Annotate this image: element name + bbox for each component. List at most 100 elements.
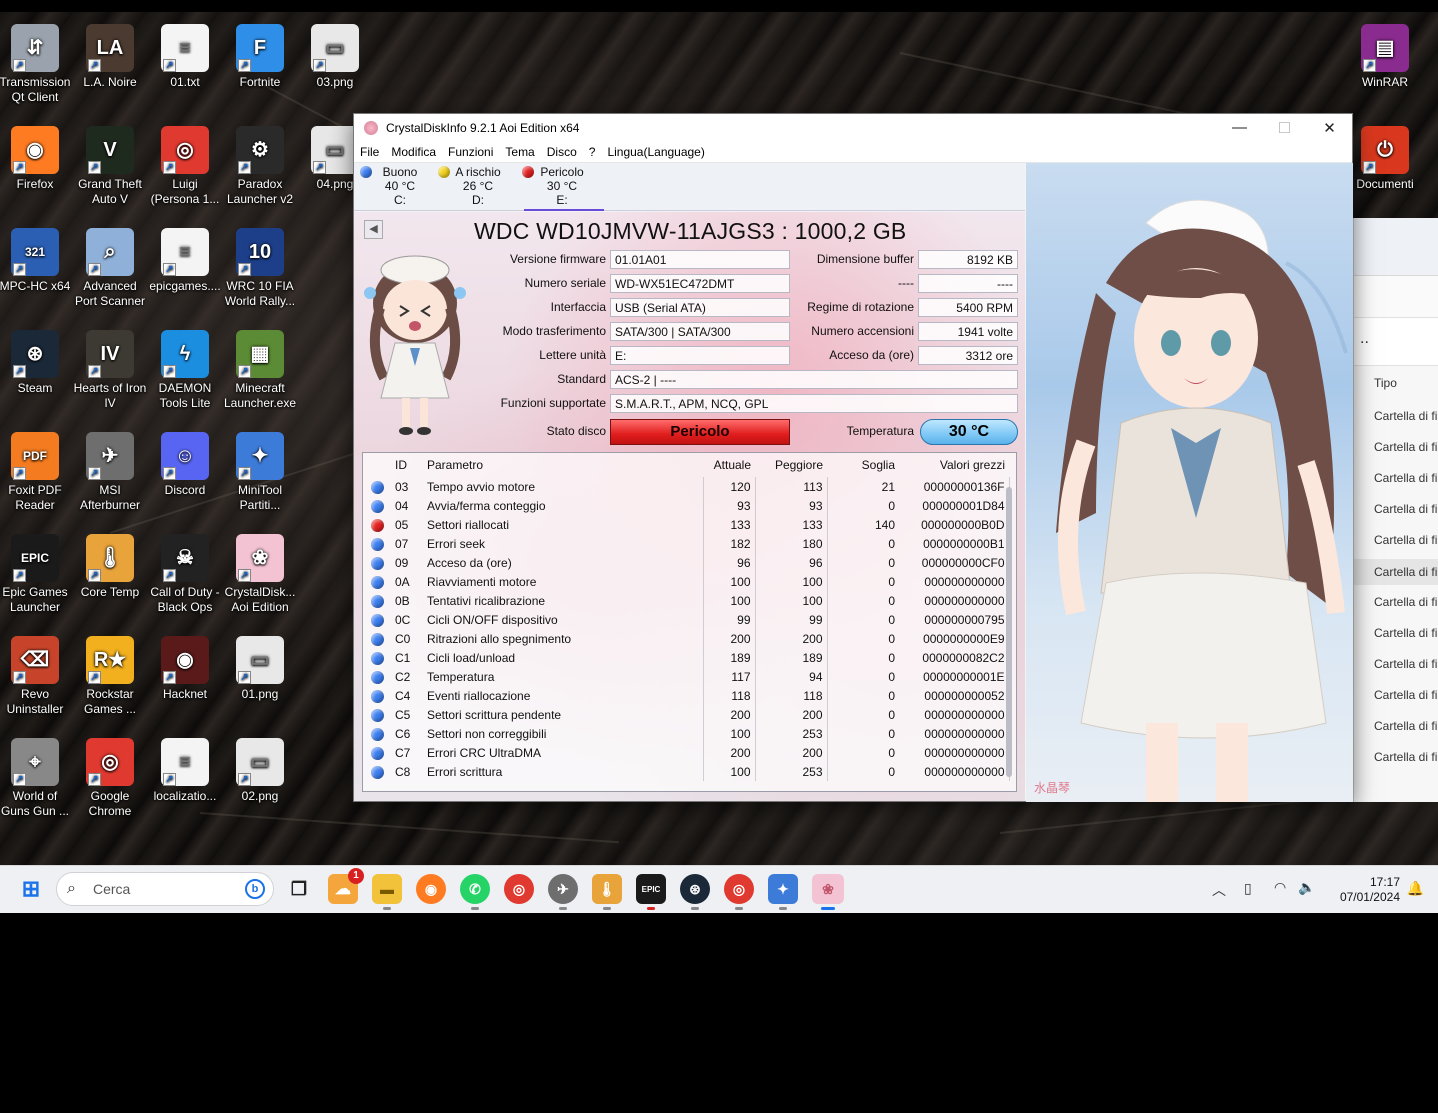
smart-attributes-list[interactable]: ID Parametro Attuale Peggiore Soglia Val… (362, 452, 1017, 792)
smart-list-scrollbar[interactable] (1006, 487, 1012, 777)
desktop-icon[interactable]: ⏻ ↗ Documenti (1347, 120, 1423, 192)
desktop-icon[interactable]: ◎ ↗ Luigi (Persona 1... (147, 120, 223, 207)
smart-attribute-row[interactable]: C4 Eventi riallocazione 118 118 0 00000000005… (363, 686, 1010, 705)
desktop-icon[interactable]: ✦ ↗ MiniTool Partiti... (222, 426, 298, 513)
desktop-icon[interactable]: ⌖ ↗ World of Guns Gun ... (0, 732, 73, 819)
close-button[interactable]: ✕ (1307, 114, 1352, 141)
explorer-item-type[interactable]: Cartella di fi (1374, 657, 1437, 671)
usb-device-icon[interactable]: ▯ (1244, 880, 1252, 897)
desktop-icon[interactable]: IV ↗ Hearts of Iron IV (72, 324, 148, 411)
desktop-icon[interactable]: ◉ ↗ Firefox (0, 120, 73, 192)
smart-attribute-row[interactable]: 0A Riavviamenti motore 100 100 0 000000000000 (363, 572, 1010, 591)
explorer-item-type[interactable]: Cartella di fi (1374, 471, 1437, 485)
drive-tab[interactable]: A rischio 26 °C D: (436, 165, 520, 207)
menu-item[interactable]: File (354, 145, 385, 159)
menu-item[interactable]: Lingua(Language) (601, 145, 710, 159)
bing-icon[interactable]: b (245, 879, 265, 899)
desktop-icon[interactable]: ⌕ ↗ Advanced Port Scanner (72, 222, 148, 309)
smart-header-current[interactable]: Attuale (703, 453, 755, 477)
chrome-taskbar-icon[interactable]: ◎ (504, 874, 534, 904)
explorer-item-type[interactable]: Cartella di fi (1374, 502, 1437, 516)
smart-header-parameter[interactable]: Parametro (423, 453, 703, 477)
menu-item[interactable]: Funzioni (442, 145, 499, 159)
smart-attribute-row[interactable]: 07 Errori seek 182 180 0 0000000000B1 (363, 534, 1010, 553)
explorer-item-type[interactable]: Cartella di fi (1374, 688, 1437, 702)
firefox-taskbar-icon[interactable]: ◉ (416, 874, 446, 904)
explorer-window-background[interactable]: .. Tipo Cartella di fi Cartella di fi Cart… (1353, 218, 1438, 802)
clock[interactable]: 17:17 07/01/2024 (1340, 875, 1400, 905)
smart-header-status[interactable] (363, 453, 391, 477)
start-button[interactable]: ⊞ (16, 874, 46, 904)
explorer-item-type[interactable]: Cartella di fi (1374, 719, 1437, 733)
explorer-item-type[interactable]: Cartella di fi (1374, 409, 1437, 423)
epic-games-taskbar-icon[interactable]: EPIC (636, 874, 666, 910)
smart-header-id[interactable]: ID (391, 453, 423, 477)
desktop-icon[interactable]: ▤ ↗ WinRAR (1347, 18, 1423, 90)
menu-item[interactable]: Modifica (385, 145, 442, 159)
file-explorer-icon[interactable]: ▬ (372, 874, 402, 910)
task-view-icon[interactable]: ❐ (284, 874, 314, 904)
desktop-icon[interactable]: 🌡 ↗ Core Temp (72, 528, 148, 600)
column-header-tipo[interactable]: Tipo (1374, 376, 1397, 390)
smart-attribute-row[interactable]: 09 Acceso da (ore) 96 96 0 000000000CF0 (363, 553, 1010, 572)
minitool-taskbar-icon[interactable]: ✦ (768, 874, 798, 910)
desktop-icon[interactable]: ✈ ↗ MSI Afterburner (72, 426, 148, 513)
desktop-icon[interactable]: ▦ ↗ Minecraft Launcher.exe (222, 324, 298, 411)
explorer-item-type[interactable]: Cartella di fi (1374, 626, 1437, 640)
smart-attribute-row[interactable]: C5 Settori scrittura pendente 200 200 0 00000… (363, 705, 1010, 724)
chrome-profile-taskbar-icon[interactable]: ◎ (724, 874, 754, 910)
smart-attribute-row[interactable]: C2 Temperatura 117 94 0 00000000001E (363, 667, 1010, 686)
desktop-icon[interactable]: R★ ↗ Rockstar Games ... (72, 630, 148, 717)
smart-attribute-row[interactable]: C8 Errori scrittura 100 253 0 000000000000 (363, 762, 1010, 781)
health-status-button[interactable]: Pericolo (610, 419, 790, 445)
core-temp-taskbar-icon[interactable]: 🌡 (592, 874, 622, 910)
smart-attribute-row[interactable]: 0C Cicli ON/OFF dispositivo 99 99 0 000000000… (363, 610, 1010, 629)
maximize-button[interactable]: ☐ (1262, 114, 1307, 141)
smart-header-threshold[interactable]: Soglia (827, 453, 899, 477)
smart-header-raw[interactable]: Valori grezzi (899, 453, 1009, 477)
steam-taskbar-icon[interactable]: ⊛ (680, 874, 710, 910)
desktop-icon[interactable]: ≡ ↗ 01.txt (147, 18, 223, 90)
desktop-icon[interactable]: 10 ↗ WRC 10 FIA World Rally... (222, 222, 298, 309)
smart-attribute-row[interactable]: C1 Cicli load/unload 189 189 0 0000000082C2 (363, 648, 1010, 667)
smart-attribute-row[interactable]: C7 Errori CRC UltraDMA 200 200 0 000000000000 (363, 743, 1010, 762)
previous-disk-button[interactable]: ◀ (364, 220, 383, 239)
notification-bell-icon[interactable]: 🔔 (1407, 880, 1424, 897)
menu-item[interactable]: Tema (499, 145, 540, 159)
desktop-icon[interactable]: ◎ ↗ Google Chrome (72, 732, 148, 819)
desktop-icon[interactable]: ▭ ↗ 02.png (222, 732, 298, 804)
desktop-icon[interactable]: ☺ ↗ Discord (147, 426, 223, 498)
desktop-icon[interactable]: ▭ ↗ 01.png (222, 630, 298, 702)
whatsapp-icon[interactable]: ✆ (460, 874, 490, 910)
menu-item[interactable]: ? (583, 145, 602, 159)
title-bar[interactable]: CrystalDiskInfo 9.2.1 Aoi Edition x64 — … (354, 114, 1352, 141)
explorer-item-type[interactable]: Cartella di fi (1374, 595, 1437, 609)
desktop-icon[interactable]: ▭ ↗ 03.png (297, 18, 373, 90)
smart-attribute-row[interactable]: 03 Tempo avvio motore 120 113 21 00000000136F (363, 477, 1010, 496)
wifi-icon[interactable]: ◠ (1274, 879, 1286, 896)
volume-icon[interactable]: 🔈 (1298, 879, 1315, 896)
desktop-icon[interactable]: ⚙ ↗ Paradox Launcher v2 (222, 120, 298, 207)
explorer-item-type[interactable]: Cartella di fi (1374, 533, 1437, 547)
desktop-icon[interactable]: F ↗ Fortnite (222, 18, 298, 90)
taskbar-search-box[interactable]: ⌕ Cerca b (56, 872, 274, 906)
menu-item[interactable]: Disco (541, 145, 583, 159)
desktop-icon[interactable]: ◉ ↗ Hacknet (147, 630, 223, 702)
desktop-icon[interactable]: LA ↗ L.A. Noire (72, 18, 148, 90)
smart-attribute-row[interactable]: C0 Ritrazioni allo spegnimento 200 200 0 0000… (363, 629, 1010, 648)
desktop-icon[interactable]: 321 ↗ MPC-HC x64 (0, 222, 73, 294)
explorer-item-type[interactable]: Cartella di fi (1374, 440, 1437, 454)
explorer-more-fragment[interactable]: .. (1360, 330, 1369, 348)
explorer-item-type[interactable]: Cartella di fi (1374, 750, 1437, 764)
smart-attribute-row[interactable]: C6 Settori non correggibili 100 253 0 0000000… (363, 724, 1010, 743)
smart-attribute-row[interactable]: 04 Avvia/ferma conteggio 93 93 0 000000001D84 (363, 496, 1010, 515)
chevron-up-icon[interactable]: ︿ (1212, 880, 1226, 900)
msi-afterburner-taskbar-icon[interactable]: ✈ (548, 874, 578, 910)
smart-header-worst[interactable]: Peggiore (755, 453, 827, 477)
explorer-item-type[interactable]: Cartella di fi (1354, 559, 1438, 585)
drive-tab[interactable]: Buono 40 °C C: (358, 165, 442, 207)
desktop-icon[interactable]: ❀ ↗ CrystalDisk... Aoi Edition (222, 528, 298, 615)
smart-attribute-row[interactable]: 05 Settori riallocati 133 133 140 000000000B0… (363, 515, 1010, 534)
desktop-icon[interactable]: ⌫ ↗ Revo Uninstaller (0, 630, 73, 717)
desktop-icon[interactable]: ⊛ ↗ Steam (0, 324, 73, 396)
